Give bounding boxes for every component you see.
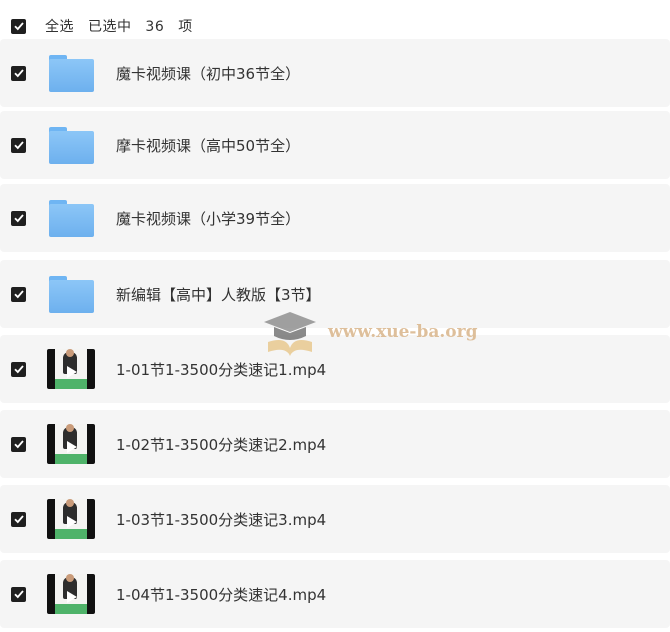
item-checkbox[interactable] bbox=[11, 586, 26, 602]
item-checkbox[interactable] bbox=[11, 65, 26, 81]
list-item[interactable]: 摩卡视频课（高中50节全） bbox=[0, 111, 670, 179]
item-name: 魔卡视频课（初中36节全） bbox=[116, 64, 301, 83]
item-name: 摩卡视频课（高中50节全） bbox=[116, 136, 301, 155]
folder-icon bbox=[47, 53, 95, 93]
video-thumbnail bbox=[47, 499, 95, 539]
play-icon bbox=[67, 591, 77, 603]
folder-icon bbox=[47, 125, 95, 165]
item-checkbox[interactable] bbox=[11, 137, 26, 153]
video-thumbnail bbox=[47, 349, 95, 389]
select-all-label[interactable]: 全选 bbox=[45, 19, 74, 35]
item-name: 1-03节1-3500分类速记3.mp4 bbox=[116, 510, 327, 529]
list-item[interactable]: 1-03节1-3500分类速记3.mp4 bbox=[0, 485, 670, 553]
selected-suffix: 项 bbox=[178, 19, 193, 35]
item-name: 新编辑【高中】人教版【3节】 bbox=[116, 285, 321, 304]
selected-count: 36 bbox=[145, 19, 165, 35]
item-name: 魔卡视频课（小学39节全） bbox=[116, 209, 301, 228]
folder-icon bbox=[47, 274, 95, 314]
item-checkbox[interactable] bbox=[11, 436, 26, 452]
item-name: 1-02节1-3500分类速记2.mp4 bbox=[116, 435, 327, 454]
list-item[interactable]: 魔卡视频课（小学39节全） bbox=[0, 184, 670, 252]
selection-summary: 全选 已选中 36 项 bbox=[45, 16, 202, 36]
select-all-checkbox[interactable] bbox=[11, 18, 26, 34]
item-checkbox[interactable] bbox=[11, 511, 26, 527]
item-name: 1-01节1-3500分类速记1.mp4 bbox=[116, 360, 327, 379]
check-icon bbox=[13, 214, 24, 223]
check-icon bbox=[13, 515, 24, 524]
check-icon bbox=[13, 590, 24, 599]
video-thumbnail bbox=[47, 424, 95, 464]
folder-icon bbox=[47, 198, 95, 238]
list-item[interactable]: 魔卡视频课（初中36节全） bbox=[0, 39, 670, 107]
item-checkbox[interactable] bbox=[11, 286, 26, 302]
check-icon bbox=[13, 440, 24, 449]
check-icon bbox=[13, 290, 24, 299]
check-icon bbox=[13, 141, 24, 150]
item-checkbox[interactable] bbox=[11, 361, 26, 377]
item-name: 1-04节1-3500分类速记4.mp4 bbox=[116, 585, 327, 604]
list-item[interactable]: 1-01节1-3500分类速记1.mp4 bbox=[0, 335, 670, 403]
video-thumbnail bbox=[47, 574, 95, 614]
play-icon bbox=[67, 516, 77, 528]
list-item[interactable]: 1-04节1-3500分类速记4.mp4 bbox=[0, 560, 670, 628]
list-item[interactable]: 1-02节1-3500分类速记2.mp4 bbox=[0, 410, 670, 478]
play-icon bbox=[67, 366, 77, 378]
play-icon bbox=[67, 441, 77, 453]
item-checkbox[interactable] bbox=[11, 210, 26, 226]
check-icon bbox=[13, 22, 24, 31]
check-icon bbox=[13, 365, 24, 374]
selected-prefix: 已选中 bbox=[87, 19, 132, 35]
list-item[interactable]: 新编辑【高中】人教版【3节】 bbox=[0, 260, 670, 328]
check-icon bbox=[13, 69, 24, 78]
